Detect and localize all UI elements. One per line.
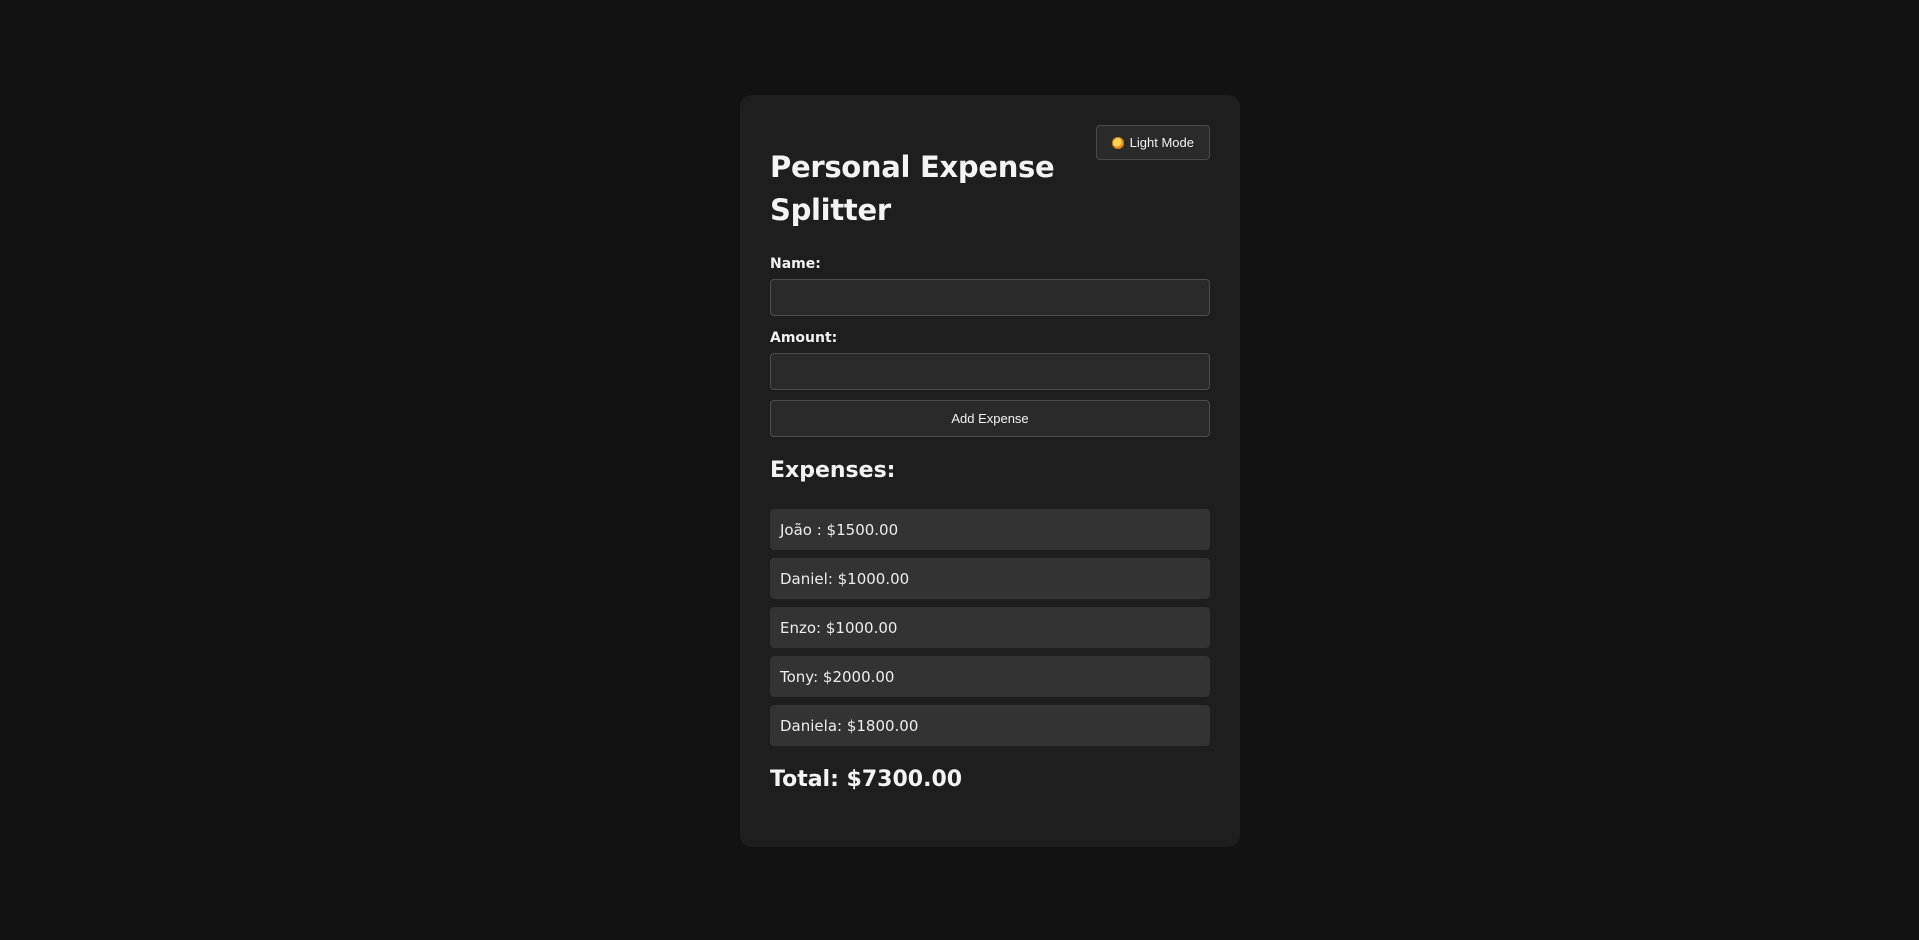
expense-splitter-card: Light Mode Personal Expense Splitter Nam… bbox=[740, 95, 1240, 847]
expense-item: João : $1500.00 bbox=[770, 509, 1210, 550]
expense-item: Daniela: $1800.00 bbox=[770, 705, 1210, 746]
expenses-heading: Expenses: bbox=[770, 458, 896, 483]
expense-item: Enzo: $1000.00 bbox=[770, 607, 1210, 648]
theme-toggle-button[interactable]: Light Mode bbox=[1095, 125, 1210, 160]
expense-item: Tony: $2000.00 bbox=[770, 656, 1210, 697]
expense-list: João : $1500.00 Daniel: $1000.00 Enzo: $… bbox=[770, 509, 1210, 754]
theme-toggle-label: Light Mode bbox=[1129, 135, 1194, 150]
page-title: Personal Expense Splitter bbox=[770, 150, 1055, 227]
amount-label: Amount: bbox=[770, 330, 838, 346]
expense-item: Daniel: $1000.00 bbox=[770, 558, 1210, 599]
name-label: Name: bbox=[770, 256, 821, 272]
sun-icon bbox=[1111, 136, 1124, 149]
total-amount: Total: $7300.00 bbox=[770, 767, 963, 792]
amount-input[interactable] bbox=[770, 353, 1210, 390]
add-expense-button[interactable]: Add Expense bbox=[770, 400, 1210, 437]
name-input[interactable] bbox=[770, 279, 1210, 316]
